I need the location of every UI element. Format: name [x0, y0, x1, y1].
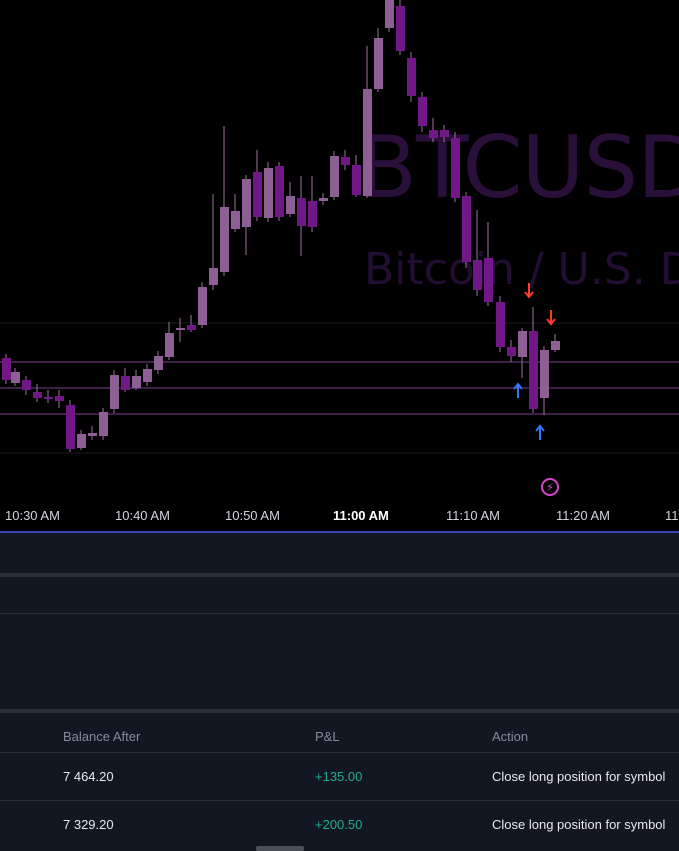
up-candle — [518, 331, 527, 357]
down-candle — [2, 358, 11, 380]
up-candle — [77, 434, 86, 448]
up-candle — [264, 168, 273, 218]
down-candle — [462, 196, 471, 262]
down-candle — [66, 405, 75, 449]
down-candle — [187, 325, 196, 330]
up-candle — [540, 350, 549, 398]
down-candle — [33, 392, 42, 398]
up-candle — [319, 198, 328, 201]
up-candle — [176, 328, 185, 330]
down-candle — [473, 260, 482, 290]
time-axis-label: 11 — [665, 508, 679, 523]
up-candle — [132, 376, 141, 388]
list-of-trades-table: Balance After P&L Action 7 464.20 +135.0… — [0, 713, 679, 851]
action-cell: Close long position for symbol — [492, 769, 666, 784]
time-axis: 10:30 AM 10:40 AM 10:50 AM 11:00 AM 11:10 AM… — [0, 500, 679, 531]
down-candle — [121, 376, 130, 390]
down-candle — [429, 130, 438, 138]
down-candle — [484, 258, 493, 302]
down-candle — [55, 396, 64, 401]
table-row[interactable]: 7 329.20 +200.50 Close long position for… — [0, 801, 679, 849]
down-candle — [396, 6, 405, 51]
lightning-bolt-icon[interactable]: ⚡ — [541, 478, 559, 496]
time-axis-label: 10:40 AM — [115, 508, 170, 523]
down-candle — [418, 97, 427, 126]
up-candle — [198, 287, 207, 325]
action-cell: Close long position for symbol — [492, 817, 666, 832]
pnl-cell: +135.00 — [315, 769, 363, 784]
balance-after-cell: 7 464.20 — [63, 769, 114, 784]
up-candle — [220, 207, 229, 272]
up-candle — [286, 196, 295, 214]
time-axis-label: 10:50 AM — [225, 508, 280, 523]
pnl-cell: +200.50 — [315, 817, 363, 832]
candlestick-series[interactable] — [0, 0, 679, 500]
up-candle — [231, 211, 240, 229]
up-candle — [551, 341, 560, 350]
down-candle — [407, 58, 416, 96]
time-axis-label: 11:10 AM — [446, 508, 500, 523]
time-axis-label: 10:30 AM — [5, 508, 60, 523]
up-candle — [154, 356, 163, 370]
down-candle — [253, 172, 262, 217]
horizontal-scrollbar[interactable] — [256, 846, 304, 851]
column-header-action[interactable]: Action — [492, 729, 528, 744]
down-candle — [352, 165, 361, 195]
table-row[interactable]: 7 464.20 +135.00 Close long position for… — [0, 753, 679, 801]
balance-after-cell: 7 329.20 — [63, 817, 114, 832]
down-candle — [341, 157, 350, 165]
up-candle — [99, 412, 108, 436]
up-candle — [88, 433, 97, 436]
up-candle — [11, 372, 20, 383]
down-candle — [496, 302, 505, 347]
column-header-pnl[interactable]: P&L — [315, 729, 340, 744]
down-candle — [275, 166, 284, 217]
up-candle — [363, 89, 372, 196]
up-candle — [385, 0, 394, 28]
down-candle — [22, 380, 31, 390]
up-candle — [143, 369, 152, 382]
up-candle — [242, 179, 251, 227]
up-candle — [165, 333, 174, 357]
time-axis-label: 11:00 AM — [333, 508, 389, 523]
bottom-panel-summary — [0, 614, 679, 709]
bottom-panel-toolbar — [0, 533, 679, 573]
down-candle — [440, 130, 449, 137]
up-candle — [110, 375, 119, 409]
down-candle — [451, 138, 460, 198]
arrow-up-icon[interactable] — [535, 424, 545, 440]
bottom-panel-tabs — [0, 577, 679, 613]
down-candle — [529, 331, 538, 409]
time-axis-label: 11:20 AM — [556, 508, 610, 523]
down-candle — [44, 397, 53, 399]
down-candle — [507, 347, 516, 356]
arrow-up-icon[interactable] — [513, 382, 523, 398]
down-candle — [297, 198, 306, 226]
price-chart[interactable]: BTCUSD Bitcoin / U.S. D ⚡ 10:30 AM 10:40 … — [0, 0, 679, 532]
up-candle — [209, 268, 218, 285]
arrow-down-icon[interactable] — [546, 310, 556, 326]
up-candle — [330, 156, 339, 197]
down-candle — [308, 201, 317, 227]
up-candle — [374, 38, 383, 89]
arrow-down-icon[interactable] — [524, 283, 534, 299]
column-header-balance-after[interactable]: Balance After — [63, 729, 140, 744]
